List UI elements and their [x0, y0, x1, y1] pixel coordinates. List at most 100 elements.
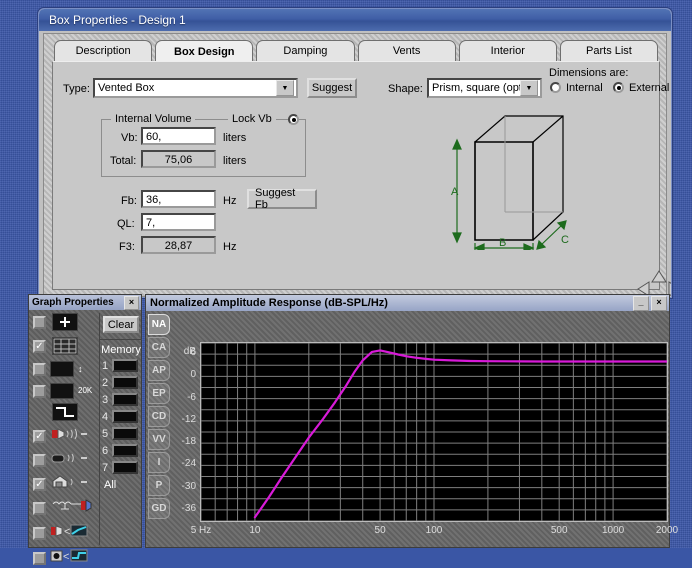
tab-interior[interactable]: Interior	[458, 40, 557, 62]
shape-combo-value: Prism, square (opt.)	[432, 82, 520, 94]
box-properties-titlebar[interactable]: Box Properties - Design 1	[39, 9, 671, 31]
total-units: liters	[223, 155, 247, 167]
grid-checkbox[interactable]: ✓	[33, 339, 46, 353]
total-label: Total:	[110, 155, 137, 167]
step-curve-icon[interactable]	[52, 403, 78, 421]
source-row-vent[interactable]	[33, 451, 95, 470]
fb-input[interactable]: 36,	[141, 190, 216, 208]
memory-slot-3[interactable]: 3	[100, 393, 142, 406]
lock-vb-radio[interactable]	[288, 114, 299, 125]
memory-all-button[interactable]: All	[100, 479, 142, 491]
graph-properties-titlebar[interactable]: Graph Properties ×	[29, 295, 141, 310]
crosshair-checkbox[interactable]	[33, 315, 46, 329]
vb-label: Vb:	[121, 132, 138, 144]
memory-slot-box[interactable]	[112, 444, 139, 457]
memory-column: Clear Memory 1 2 3 4 5 6 7 All	[99, 313, 142, 545]
memory-slot-6[interactable]: 6	[100, 444, 142, 457]
chevron-down-icon[interactable]: ▼	[276, 80, 294, 96]
updown-arrow-icon: ↕	[78, 364, 83, 374]
shape-combo[interactable]: Prism, square (opt.) ▼	[427, 78, 542, 98]
f3-value: 28,87	[141, 236, 216, 254]
total-value: 75,06	[141, 150, 216, 168]
driver-curve-icon: <	[50, 548, 88, 568]
source-row-speaker-curve[interactable]: <	[33, 523, 95, 543]
tab-description[interactable]: Description	[54, 40, 153, 62]
dimensions-external-label[interactable]: External	[629, 82, 669, 94]
memory-slot-5[interactable]: 5	[100, 427, 142, 440]
suggest-button[interactable]: Suggest	[307, 78, 357, 98]
minimize-icon[interactable]: _	[633, 295, 649, 311]
box-properties-title: Box Properties - Design 1	[49, 13, 186, 27]
close-icon[interactable]: ×	[124, 295, 139, 310]
grid-icon	[52, 337, 78, 355]
dim-c-label: C	[561, 234, 569, 246]
dimensions-external-radio[interactable]	[613, 82, 624, 93]
graph-window-controls: _ ×	[633, 295, 669, 311]
suggest-fb-button[interactable]: Suggest Fb	[247, 187, 317, 211]
speaker-curve-checkbox[interactable]	[33, 526, 46, 540]
chart-x-tick-label: 100	[425, 525, 443, 536]
type-combo[interactable]: Vented Box ▼	[93, 78, 298, 98]
source-row-driver-curve[interactable]: <	[33, 548, 95, 568]
chart-x-tick-label: 50	[374, 525, 386, 536]
vent-checkbox[interactable]	[33, 454, 46, 467]
circuit-filter-icon	[51, 499, 93, 518]
option-row-vertical-scale[interactable]: ↕	[33, 361, 95, 377]
dimensions-internal-radio[interactable]	[550, 82, 561, 93]
tab-damping[interactable]: Damping	[256, 40, 355, 62]
graph-options-column: ✓ ↕ 20K ✓ ✓ < <	[33, 313, 95, 568]
memory-slot-box[interactable]	[112, 376, 139, 389]
memory-slot-box[interactable]	[112, 427, 139, 440]
memory-slot-box[interactable]	[112, 461, 139, 474]
graph-window-title: Normalized Amplitude Response (dB-SPL/Hz…	[150, 297, 388, 309]
option-row-step-curve[interactable]	[33, 403, 95, 421]
vb-input[interactable]: 60,	[141, 127, 216, 145]
box-checkbox[interactable]: ✓	[33, 478, 46, 491]
option-row-grid[interactable]: ✓	[33, 337, 95, 355]
box-diagram: A B C	[451, 115, 569, 250]
source-row-circuit[interactable]	[33, 499, 95, 518]
memory-slot-box[interactable]	[112, 410, 139, 423]
chevron-down-icon[interactable]: ▼	[520, 80, 538, 96]
circuit-checkbox[interactable]	[33, 502, 46, 515]
memory-slot-number: 3	[102, 393, 109, 406]
horizontal-scale-caption: 20K	[78, 386, 93, 395]
speaker-checkbox[interactable]: ✓	[33, 430, 46, 443]
crosshair-icon	[52, 313, 78, 331]
memory-slot-box[interactable]	[112, 393, 139, 406]
side-tab-na[interactable]: NA	[148, 314, 170, 335]
graph-properties-title: Graph Properties	[32, 297, 114, 308]
speaker-radiating-icon	[51, 427, 89, 446]
option-row-crosshair[interactable]	[33, 313, 95, 331]
chart-x-tick-label: 10	[249, 525, 261, 536]
vb-units: liters	[223, 132, 247, 144]
option-row-horizontal-scale[interactable]: 20K	[33, 383, 95, 399]
dimensions-internal-label[interactable]: Internal	[566, 82, 603, 94]
source-row-box[interactable]: ✓	[33, 475, 95, 494]
vertical-scale-checkbox[interactable]	[33, 362, 46, 376]
tab-parts-list[interactable]: Parts List	[559, 40, 659, 62]
memory-slot-4[interactable]: 4	[100, 410, 142, 423]
source-row-speaker[interactable]: ✓	[33, 427, 95, 446]
chart-y-tick-label: -30	[181, 480, 196, 492]
memory-slot-2[interactable]: 2	[100, 376, 142, 389]
chart-x-tick-label: 1000	[601, 525, 625, 536]
tab-vents[interactable]: Vents	[357, 40, 456, 62]
chart-svg	[201, 343, 667, 521]
vertical-scale-icon	[50, 361, 74, 377]
fb-label: Fb:	[121, 195, 137, 207]
graph-window-titlebar[interactable]: Normalized Amplitude Response (dB-SPL/Hz…	[146, 295, 669, 311]
memory-label: Memory	[100, 339, 142, 356]
type-combo-value: Vented Box	[98, 82, 155, 94]
ql-input[interactable]: 7,	[141, 213, 216, 231]
speaker-curve-icon: <	[50, 523, 88, 543]
memory-slot-1[interactable]: 1	[100, 359, 142, 372]
chart-plot-area[interactable]	[200, 342, 668, 522]
memory-slot-box[interactable]	[112, 359, 139, 372]
memory-slot-7[interactable]: 7	[100, 461, 142, 474]
driver-curve-checkbox[interactable]	[33, 551, 46, 565]
clear-button[interactable]: Clear	[103, 316, 139, 333]
close-icon[interactable]: ×	[651, 295, 667, 311]
horizontal-scale-checkbox[interactable]	[33, 384, 46, 398]
horizontal-scale-20k-icon	[50, 383, 74, 399]
